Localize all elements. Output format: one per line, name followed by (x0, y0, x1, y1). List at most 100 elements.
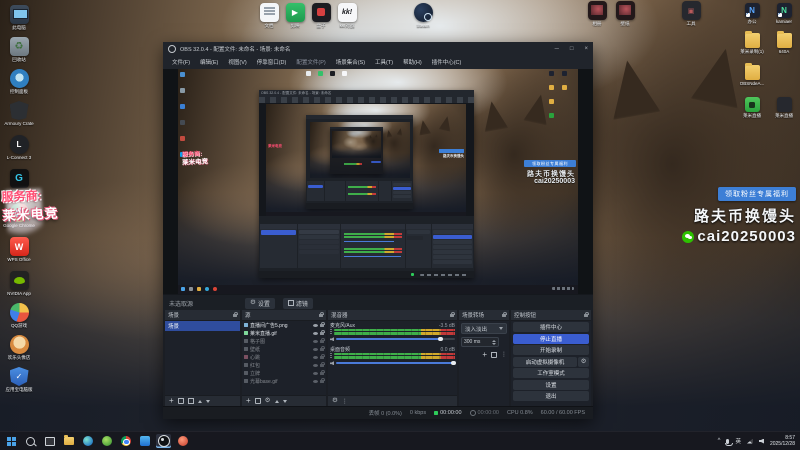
desktop-icon-avatar-shop[interactable]: 欢乐头像店 (2, 335, 36, 360)
task-view-button[interactable] (42, 434, 57, 448)
microphone-icon[interactable] (725, 438, 733, 446)
menu-help[interactable]: 帮助(H) (398, 58, 427, 66)
desktop-icon-this-pc[interactable]: 此电脑 (2, 5, 36, 30)
visibility-eye-icon[interactable] (313, 323, 318, 327)
source-row[interactable]: 格子图 (242, 337, 326, 345)
remove-source-button[interactable] (254, 398, 261, 404)
desktop-icon-l-connect[interactable]: L L-Connect 3 (2, 135, 36, 160)
desktop-icon-folder-1[interactable]: 莱米录制(1) (738, 30, 766, 54)
file-explorer-button[interactable] (61, 434, 76, 448)
desktop-icon-control-panel[interactable]: 控制面板 (2, 69, 36, 94)
source-properties-button[interactable]: ⚙ (265, 397, 271, 404)
speaker-icon[interactable] (330, 337, 334, 342)
sources-dock-header[interactable]: 源 (242, 310, 326, 321)
mixer-dock-header[interactable]: 混音器 (328, 310, 457, 321)
menu-view[interactable]: 视图(V) (223, 58, 251, 66)
controls-dock-header[interactable]: 控制按钮 (511, 310, 591, 321)
move-source-up-button[interactable] (274, 399, 279, 403)
minimize-button[interactable]: ─ (555, 46, 559, 52)
source-row[interactable]: 莱米直播.gif (242, 329, 326, 337)
red-app-button[interactable] (175, 434, 190, 448)
transitions-dock-header[interactable]: 场景转场 (459, 310, 509, 321)
desktop-icon-steam[interactable]: Steam (406, 3, 440, 28)
scene-item-selected[interactable]: 场景 (165, 321, 240, 331)
menu-plugin-center[interactable]: 插件中心(C) (427, 58, 467, 66)
chrome-button[interactable] (118, 434, 133, 448)
network-icon[interactable] (746, 438, 753, 444)
menu-file[interactable]: 文件(F) (167, 58, 195, 66)
slider-knob[interactable] (451, 361, 456, 366)
taskbar-search-button[interactable] (23, 434, 38, 448)
virtual-camera-button[interactable]: 启动虚拟摄像机 (513, 356, 577, 367)
remove-transition-button[interactable] (491, 351, 497, 358)
menu-edit[interactable]: 编辑(E) (195, 58, 223, 66)
stop-streaming-button[interactable]: 停止直播 (513, 333, 589, 344)
volume-icon[interactable] (758, 438, 764, 444)
source-row[interactable]: 立牌 (242, 369, 326, 377)
move-source-down-button[interactable] (282, 399, 287, 403)
speaker-icon[interactable] (330, 361, 334, 366)
desktop-icon-app-n2[interactable]: Nkamiaer (770, 3, 798, 24)
visibility-eye-icon[interactable] (313, 331, 318, 335)
remove-scene-button[interactable] (177, 398, 184, 404)
visibility-eye-icon[interactable] (313, 371, 318, 375)
lock-icon[interactable] (320, 321, 325, 327)
drag-handle-icon[interactable] (330, 329, 332, 336)
menu-profile[interactable]: 配置文件(P) (291, 58, 330, 66)
settings-button[interactable]: 设置 (513, 379, 589, 390)
lock-icon[interactable] (320, 329, 325, 335)
visibility-eye-icon[interactable] (313, 379, 318, 383)
source-filters-button[interactable]: 滤镜 (282, 297, 313, 309)
lock-icon[interactable] (320, 353, 325, 359)
lock-icon[interactable] (320, 337, 325, 343)
volume-slider[interactable] (336, 337, 455, 342)
desktop-icon-armoury-crate[interactable]: Armoury Crate (2, 101, 36, 126)
blue-app-button[interactable] (137, 434, 152, 448)
desktop-icon-app-n1[interactable]: N办公 (738, 3, 766, 24)
add-scene-button[interactable]: + (169, 397, 174, 405)
studio-mode-button[interactable]: 工作室模式 (513, 368, 589, 378)
desktop-icon-laimi-live-2[interactable]: 莱米直播 (770, 97, 798, 118)
move-scene-up-button[interactable] (197, 399, 202, 403)
source-row[interactable]: 光幕base.gif (242, 377, 326, 385)
source-row[interactable]: 直播间广告5.png (242, 321, 326, 329)
menu-scene-collection[interactable]: 场景集合(S) (331, 58, 370, 66)
tray-expand-icon[interactable]: ^ (718, 438, 721, 444)
mixer-menu-icon[interactable]: ⋮ (342, 398, 348, 405)
add-transition-button[interactable]: + (482, 350, 487, 358)
obs-titlebar[interactable]: OBS 32.0.4 - 配置文件: 未命名 - 场景: 未命名 ─ □ × (163, 42, 593, 55)
obs-taskbar-button[interactable] (156, 434, 171, 448)
maximize-button[interactable]: □ (570, 46, 574, 52)
desktop-icon-pc-manager[interactable]: ✓ 应用宝电脑版 (2, 367, 36, 392)
add-source-button[interactable]: + (246, 397, 251, 405)
edge-button[interactable] (80, 434, 95, 448)
desktop-icon-recycle-bin[interactable]: ♻ 回收站 (2, 37, 36, 62)
visibility-eye-icon[interactable] (313, 339, 318, 343)
volume-slider[interactable] (336, 361, 456, 366)
input-language[interactable]: 英 (735, 437, 741, 445)
desktop-icon-folder-2[interactable]: 640A (770, 30, 798, 54)
transition-select[interactable]: 淡入淡出 (461, 323, 507, 334)
close-button[interactable]: × (584, 46, 588, 52)
desktop-icon-tool[interactable]: ▣ 工具 (674, 1, 708, 26)
taskbar-clock[interactable]: 8:57 2025/12/28 (770, 435, 795, 448)
transition-duration-field[interactable]: 300 ms (461, 337, 499, 347)
exit-button[interactable]: 退出 (513, 391, 589, 401)
visibility-eye-icon[interactable] (313, 347, 318, 351)
lock-icon[interactable] (320, 377, 325, 383)
source-settings-button[interactable]: ⚙ 设置 (245, 297, 275, 309)
desktop-icon-folder-3[interactable]: OBSNdeA... (738, 62, 766, 86)
mixer-settings-icon[interactable]: ⚙ (332, 397, 338, 404)
desktop-icon-nvidia[interactable]: NVIDIA App (2, 271, 36, 296)
start-button[interactable] (4, 434, 19, 448)
virtual-camera-settings-button[interactable]: ⚙ (578, 356, 589, 367)
scenes-dock-header[interactable]: 场景 (165, 310, 240, 321)
transition-menu-icon[interactable]: ⋮ (501, 351, 507, 358)
green-app-button[interactable] (99, 434, 114, 448)
lock-icon[interactable] (320, 361, 325, 367)
lock-icon[interactable] (320, 369, 325, 375)
start-recording-button[interactable]: 开始录制 (513, 345, 589, 355)
menu-tools[interactable]: 工具(T) (370, 58, 398, 66)
source-row[interactable]: 心跳 (242, 353, 326, 361)
source-row[interactable]: 红包 (242, 361, 326, 369)
